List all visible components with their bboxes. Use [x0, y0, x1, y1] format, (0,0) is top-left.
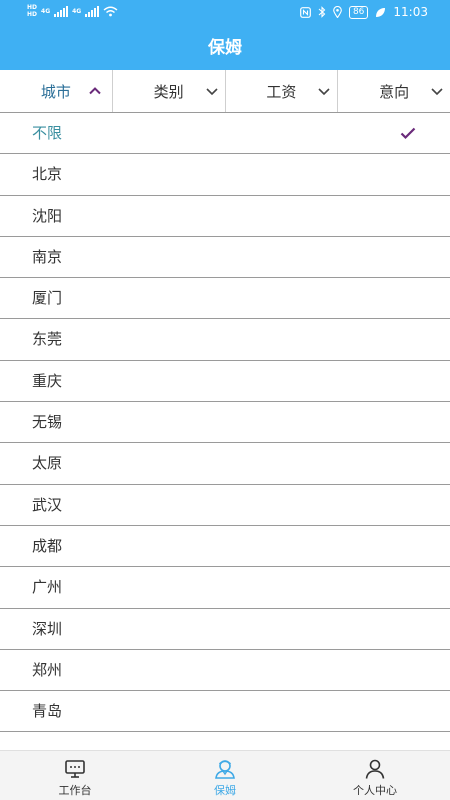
city-item-shenzhen[interactable]: 深圳 [0, 609, 450, 650]
nav-item-personal-center-label: 个人中心 [353, 784, 397, 797]
city-item-label: 武汉 [32, 495, 63, 514]
city-item-xiamen[interactable]: 厦门 [0, 278, 450, 320]
wifi-icon [103, 6, 118, 16]
status-time: 11:03 [393, 5, 428, 19]
city-list: 不限 北京 沈阳 南京 厦门 东莞 重庆 无锡 太原 武汉 成都 广州 深圳 郑… [0, 113, 450, 750]
filter-tab-category-label: 类别 [153, 82, 184, 101]
city-item-nanjing[interactable]: 南京 [0, 237, 450, 279]
monitor-icon [65, 760, 85, 778]
sim2-label: HD [27, 11, 38, 18]
city-item-label: 无锡 [32, 413, 63, 432]
city-item-wuhan[interactable]: 武汉 [0, 485, 450, 526]
city-item-taiyuan[interactable]: 太原 [0, 443, 450, 485]
person-icon [365, 759, 385, 779]
city-item-label: 南京 [32, 247, 63, 266]
city-item-label: 不限 [32, 124, 63, 142]
city-item-label: 青岛 [32, 702, 63, 721]
filter-tab-salary[interactable]: 工资 [226, 70, 339, 112]
page-title: 保姆 [208, 38, 242, 58]
filter-tab-intention[interactable]: 意向 [338, 70, 450, 112]
nfc-icon [300, 6, 311, 18]
chevron-down-icon [205, 88, 218, 96]
city-item-beijing[interactable]: 北京 [0, 154, 450, 196]
city-item-label: 广州 [32, 578, 63, 597]
network2-label: 4G [72, 7, 82, 15]
city-item-chengdu[interactable]: 成都 [0, 526, 450, 568]
filter-tab-salary-label: 工资 [266, 82, 297, 101]
city-item-label: 厦门 [32, 289, 63, 308]
city-item-dongguan[interactable]: 东莞 [0, 319, 450, 361]
network1-label: 4G [41, 7, 51, 15]
city-item-chongqing[interactable]: 重庆 [0, 361, 450, 403]
city-item-label: 成都 [32, 536, 63, 555]
city-item-zhengzhou[interactable]: 郑州 [0, 650, 450, 692]
sim-labels: HD HD [27, 4, 37, 18]
nanny-icon [215, 760, 235, 779]
nav-item-personal-center[interactable]: 个人中心 [300, 751, 450, 800]
status-left: HD HD 4G 4G [27, 4, 118, 18]
chevron-down-icon [431, 88, 443, 96]
nav-item-workbench-label: 工作台 [58, 784, 92, 797]
sim1-label: HD [27, 4, 38, 11]
filter-bar: 城市 类别 工资 意向 [0, 70, 450, 113]
nav-item-nanny-label: 保姆 [214, 784, 236, 797]
filter-tab-city-label: 城市 [40, 82, 71, 101]
city-item-partial[interactable] [0, 732, 450, 750]
city-item-label: 太原 [32, 454, 63, 473]
filter-tab-category[interactable]: 类别 [113, 70, 226, 112]
location-icon [333, 6, 342, 18]
bottom-nav: 工作台 保姆 个人中心 [0, 750, 450, 800]
city-item-label: 沈阳 [32, 206, 63, 225]
check-icon [400, 127, 416, 140]
signal1-icon [54, 5, 69, 17]
leaf-icon [376, 7, 386, 17]
status-bar: HD HD 4G 4G 86 11:03 [0, 0, 450, 26]
nav-item-workbench[interactable]: 工作台 [0, 751, 150, 800]
city-item-wuxi[interactable]: 无锡 [0, 402, 450, 444]
city-item-guangzhou[interactable]: 广州 [0, 567, 450, 609]
city-item-label: 郑州 [32, 660, 63, 679]
app-header: 保姆 [0, 26, 450, 70]
chevron-down-icon [318, 88, 330, 96]
filter-tab-intention-label: 意向 [379, 82, 410, 101]
battery-indicator: 86 [348, 5, 369, 19]
city-item-qingdao[interactable]: 青岛 [0, 691, 450, 733]
city-item-label: 东莞 [32, 330, 63, 349]
status-right: 86 11:03 [300, 5, 428, 19]
city-item-label: 重庆 [32, 371, 63, 390]
nav-item-nanny[interactable]: 保姆 [150, 751, 300, 800]
chevron-up-icon [89, 87, 101, 95]
city-item-unlimited[interactable]: 不限 [0, 113, 450, 155]
bluetooth-icon [318, 6, 326, 18]
city-item-label: 北京 [32, 165, 63, 184]
signal2-icon [85, 5, 100, 17]
filter-tab-city[interactable]: 城市 [0, 70, 113, 112]
city-item-label: 深圳 [32, 619, 63, 638]
city-item-shenyang[interactable]: 沈阳 [0, 196, 450, 237]
